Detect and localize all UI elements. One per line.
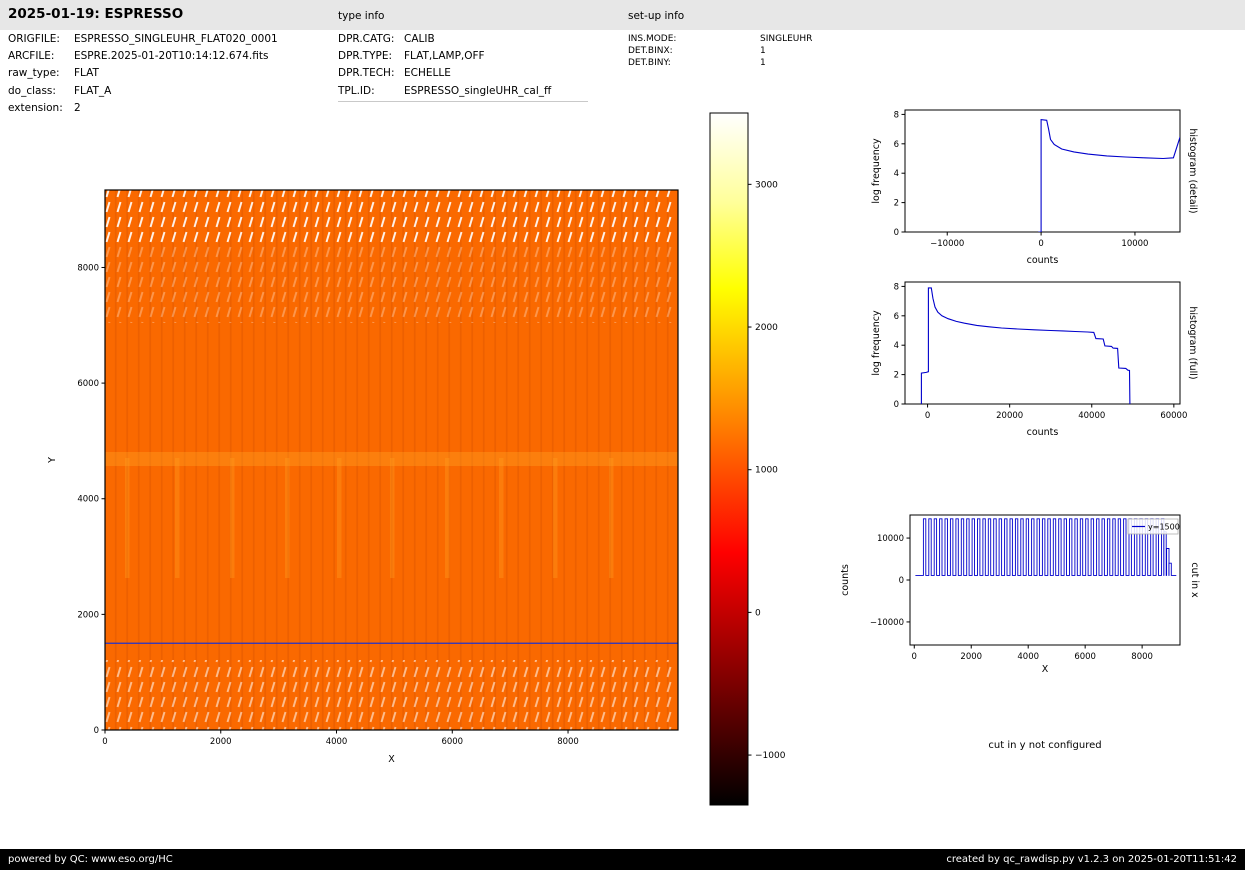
svg-text:−10000: −10000 <box>930 239 964 249</box>
svg-text:Y: Y <box>47 457 58 464</box>
svg-text:6000: 6000 <box>441 737 463 747</box>
meta-key: ARCFILE: <box>8 48 74 65</box>
meta-row: raw_type:FLAT <box>8 65 278 82</box>
svg-text:2000: 2000 <box>755 323 778 333</box>
raw-image-figure: 0 2000 4000 6000 8000 0 2000 4000 6000 8000 X Y 3000… <box>25 95 820 825</box>
axes-frame <box>905 282 1180 404</box>
meta-value: 1 <box>760 57 766 69</box>
svg-text:6: 6 <box>894 312 899 322</box>
svg-text:4000: 4000 <box>326 737 348 747</box>
svg-text:log frequency: log frequency <box>871 138 882 204</box>
meta-row: DPR.TYPE:FLAT,LAMP,OFF <box>338 48 588 65</box>
type-info-block: DPR.CATG:CALIB DPR.TYPE:FLAT,LAMP,OFF DP… <box>338 31 588 102</box>
svg-text:10000: 10000 <box>1121 239 1148 249</box>
svg-text:y=1500: y=1500 <box>1148 523 1180 532</box>
svg-text:6000: 6000 <box>77 379 99 389</box>
meta-row: DPR.TECH:ECHELLE <box>338 65 588 82</box>
meta-key: DPR.TYPE: <box>338 48 404 65</box>
colorbar <box>710 113 748 805</box>
svg-text:histogram (detail): histogram (detail) <box>1187 128 1198 213</box>
svg-text:4000: 4000 <box>77 495 99 505</box>
svg-text:0: 0 <box>1038 239 1043 249</box>
svg-text:8: 8 <box>894 110 899 120</box>
svg-text:40000: 40000 <box>1078 411 1105 421</box>
qc-report-page: 2025-01-19: ESPRESSO type info set-up in… <box>0 0 1245 870</box>
svg-text:4: 4 <box>894 169 899 179</box>
meta-value: SINGLEUHR <box>760 33 812 45</box>
svg-text:6: 6 <box>894 140 899 150</box>
svg-text:20000: 20000 <box>996 411 1023 421</box>
svg-text:4: 4 <box>894 341 899 351</box>
svg-text:4000: 4000 <box>1017 652 1039 662</box>
meta-key: DPR.TECH: <box>338 65 404 82</box>
svg-text:6000: 6000 <box>1074 652 1096 662</box>
svg-text:counts: counts <box>1027 255 1059 266</box>
svg-text:log frequency: log frequency <box>871 310 882 376</box>
svg-text:2: 2 <box>894 199 899 209</box>
svg-text:60000: 60000 <box>1160 411 1187 421</box>
histogram-full-figure: 0 20000 40000 60000 0 2 4 6 8 counts log frequency… <box>835 272 1210 447</box>
meta-key: DPR.CATG: <box>338 31 404 48</box>
svg-text:0: 0 <box>912 652 917 662</box>
svg-text:2000: 2000 <box>210 737 232 747</box>
svg-text:8: 8 <box>894 282 899 292</box>
svg-text:X: X <box>388 754 395 765</box>
svg-text:0: 0 <box>94 726 99 736</box>
meta-row: DET.BINY:1 <box>628 57 812 69</box>
svg-text:counts: counts <box>840 564 851 596</box>
svg-text:10000: 10000 <box>877 534 904 544</box>
meta-row: INS.MODE:SINGLEUHR <box>628 33 812 45</box>
svg-text:8000: 8000 <box>1131 652 1153 662</box>
setup-info-block: INS.MODE:SINGLEUHR DET.BINX:1 DET.BINY:1 <box>628 33 812 69</box>
meta-value: CALIB <box>404 31 435 48</box>
svg-text:0: 0 <box>755 608 761 618</box>
svg-text:X: X <box>1042 664 1049 675</box>
meta-value: FLAT <box>74 65 99 82</box>
title-bar: 2025-01-19: ESPRESSO type info set-up in… <box>0 0 1245 30</box>
page-title: 2025-01-19: ESPRESSO <box>8 6 183 22</box>
meta-value: 1 <box>760 45 766 57</box>
svg-text:−1000: −1000 <box>755 751 786 761</box>
svg-text:histogram (full): histogram (full) <box>1187 306 1198 379</box>
svg-text:−10000: −10000 <box>870 618 904 628</box>
meta-key: DET.BINX: <box>628 45 760 57</box>
meta-key: raw_type: <box>8 65 74 82</box>
svg-text:counts: counts <box>1027 427 1059 438</box>
footer-bar: powered by QC: www.eso.org/HC created by… <box>0 849 1245 870</box>
type-info-heading: type info <box>338 10 385 22</box>
svg-text:8000: 8000 <box>77 263 99 273</box>
cut-in-x-figure: 0 2000 4000 6000 8000 −10000 0 10000 Xcounts cut … <box>820 500 1210 690</box>
meta-key: ORIGFILE: <box>8 31 74 48</box>
svg-text:1000: 1000 <box>755 466 778 476</box>
meta-row: ORIGFILE:ESPRESSO_SINGLEUHR_FLAT020_0001 <box>8 31 278 48</box>
svg-text:cut in x: cut in x <box>1189 562 1200 598</box>
histogram-detail-figure: −10000 0 10000 0 2 4 6 8 counts log frequency hist… <box>835 95 1210 270</box>
svg-text:2000: 2000 <box>960 652 982 662</box>
svg-text:2: 2 <box>894 371 899 381</box>
meta-key: DET.BINY: <box>628 57 760 69</box>
meta-row: ARCFILE:ESPRE.2025-01-20T10:14:12.674.fi… <box>8 48 278 65</box>
svg-text:0: 0 <box>894 400 899 410</box>
meta-value: ESPRE.2025-01-20T10:14:12.674.fits <box>74 48 268 65</box>
svg-text:2000: 2000 <box>77 610 99 620</box>
footer-right-text: created by qc_rawdisp.py v1.2.3 on 2025-… <box>946 849 1237 870</box>
meta-value: ECHELLE <box>404 65 451 82</box>
footer-left-text: powered by QC: www.eso.org/HC <box>8 849 173 870</box>
meta-value: ESPRESSO_SINGLEUHR_FLAT020_0001 <box>74 31 278 48</box>
meta-row: DET.BINX:1 <box>628 45 812 57</box>
svg-text:0: 0 <box>925 411 930 421</box>
svg-text:0: 0 <box>899 576 904 586</box>
svg-text:3000: 3000 <box>755 180 778 190</box>
setup-info-heading: set-up info <box>628 10 684 22</box>
meta-value: FLAT,LAMP,OFF <box>404 48 485 65</box>
meta-row: DPR.CATG:CALIB <box>338 31 588 48</box>
meta-key: INS.MODE: <box>628 33 760 45</box>
svg-text:0: 0 <box>894 228 899 238</box>
cut-in-y-note: cut in y not configured <box>905 740 1185 751</box>
axes-frame <box>905 110 1180 232</box>
svg-text:0: 0 <box>102 737 107 747</box>
svg-text:8000: 8000 <box>557 737 579 747</box>
